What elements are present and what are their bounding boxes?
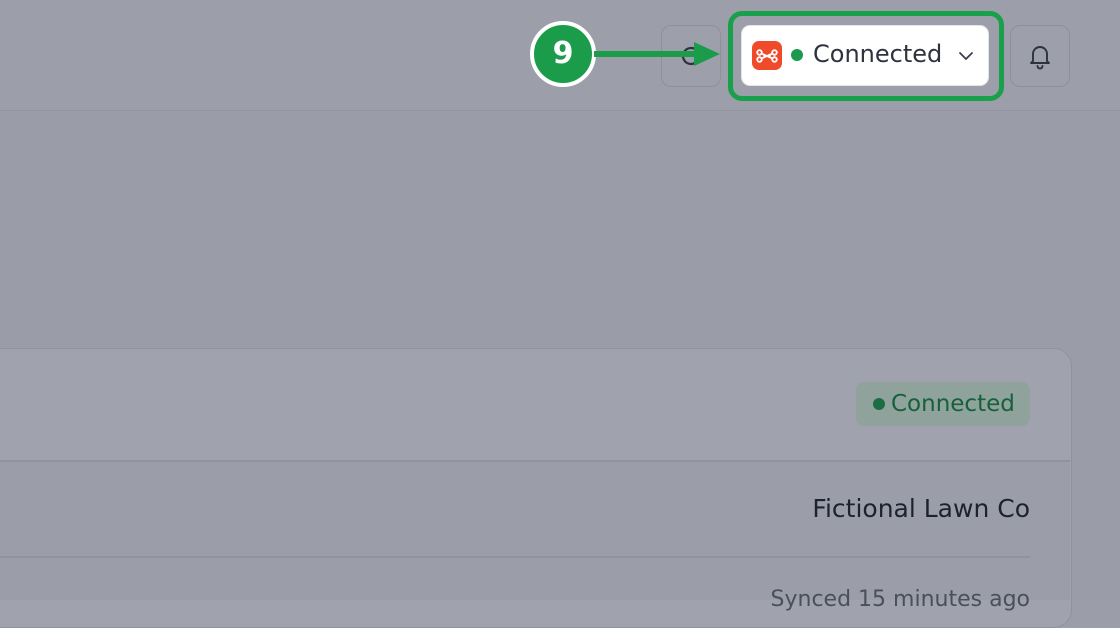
bell-icon [1030,46,1050,70]
sync-status: Synced 15 minutes ago [770,587,1030,612]
card-body [0,462,1070,600]
organization-name: Fictional Lawn Co [812,494,1030,523]
step-number-badge: 9 [530,21,596,87]
page: Connected 9 Connected Fictional Lawn Co … [0,0,1120,628]
divider [0,556,1030,558]
status-dot [873,398,885,410]
highlight-ring [728,11,1004,101]
notifications-button[interactable] [1010,25,1070,87]
status-badge-label: Connected [891,391,1015,417]
arrow-right-icon [594,42,720,66]
status-badge: Connected [856,382,1030,426]
